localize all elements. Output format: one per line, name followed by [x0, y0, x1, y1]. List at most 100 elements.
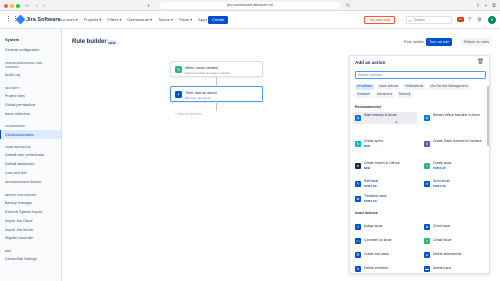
sidebar-section-import-export: Import and export [5, 192, 37, 197]
nav-teams[interactable]: Teams ▾ [158, 16, 173, 24]
edit-permission-button[interactable]: You can't edit [364, 16, 395, 24]
sidebar-item-migrate-cloud-site[interactable]: Migrate cloud site [0, 234, 61, 243]
sidebar-item-default-dashboard[interactable]: Default dashboard [0, 160, 61, 169]
nav-your-work[interactable]: Your work ▾ [57, 16, 78, 24]
new-tag: NEW [364, 166, 371, 170]
nav-filters[interactable]: Filters ▾ [107, 16, 121, 24]
rule-details-button[interactable]: Rule details [401, 38, 427, 46]
plus-icon: + [424, 237, 430, 244]
search-actions-input[interactable]: Search actions [355, 71, 486, 79]
trigger-bolt-icon: ϟ [175, 66, 182, 73]
panel-title: Add an action [355, 60, 386, 65]
filter-all-actions[interactable]: All actions [355, 84, 375, 90]
action-create-branch-github[interactable]: ● Create branch in GitHub NEW [353, 160, 417, 172]
action-title: Then: Add an action [185, 90, 217, 95]
nav-plans[interactable]: Plans ▾ [179, 16, 192, 24]
action-delete-issue[interactable]: ▬ Delete issue [422, 263, 486, 273]
action-create-slack-channel[interactable]: # Create Slack channel for incident [422, 138, 486, 150]
sidebar-item-look-and-feel[interactable]: Look and feel [0, 169, 61, 178]
trigger-card[interactable]: ϟ When: Issue created Rule is run when a… [170, 61, 263, 77]
action-create-issue[interactable]: + Create issue POPULAR [422, 160, 486, 172]
action-start-runbook-azure[interactable]: A Start runbook in Azure [353, 112, 417, 124]
action-label: Delete comment [364, 265, 389, 270]
global-search-input[interactable]: ⌕ Search [406, 16, 452, 24]
action-send-email[interactable]: ✉ Send email POPULAR [422, 178, 486, 190]
filter-jira-service-management[interactable]: Jira Service Management [428, 84, 470, 90]
panel-scrollbar[interactable] [487, 86, 489, 146]
action-label: Send email [433, 179, 450, 183]
address-bar[interactable]: jira-nunciaturalis.atlassian.net [160, 2, 340, 9]
sidebar-item-import-jira-cloud[interactable]: Import Jira Cloud [0, 217, 61, 226]
share-icon[interactable]: ⇧ [475, 3, 481, 9]
add-component-button[interactable]: + Add component [175, 112, 202, 116]
assign-icon: ☺ [355, 223, 361, 230]
action-label: Create Slack channel for incident [433, 139, 482, 143]
action-label: Start runbook in Azure [364, 113, 397, 117]
action-assign-issue[interactable]: ☺ Assign issue [353, 221, 417, 233]
sidebar-item-backup-manager[interactable]: Backup manager [0, 199, 61, 208]
new-tab-icon[interactable]: + [483, 3, 489, 9]
close-window-button[interactable] [4, 3, 8, 8]
maximize-window-button[interactable] [16, 3, 20, 8]
jira-logo[interactable]: Jira Software [15, 14, 61, 25]
filter-notifications[interactable]: Notifications [403, 84, 426, 90]
sidebar-item-default-user-preferences[interactable]: Default user preferences [0, 151, 61, 160]
action-comment-on-issue[interactable]: ▭ Comment on issue [353, 235, 417, 247]
create-button[interactable]: Create [208, 16, 229, 24]
sidebar-item-global-mail-settings[interactable]: Global Mail Settings [0, 255, 61, 264]
return-to-rules-button[interactable]: Return to rules [461, 38, 492, 46]
action-create-sub-tasks[interactable]: ☰ Create sub-tasks [353, 249, 417, 261]
filter-security[interactable]: Security [396, 92, 413, 98]
action-create-issue-2[interactable]: + Create issue [422, 235, 486, 247]
action-label: Edit issue [364, 179, 379, 183]
sidebar-item-global-automation[interactable]: Global automation [0, 130, 61, 140]
user-avatar[interactable]: N [488, 16, 496, 24]
sidebar-toggle-icon[interactable]: ▭ [24, 3, 30, 9]
new-tag: NEW [364, 144, 371, 148]
filter-software[interactable]: Software [355, 92, 373, 98]
action-delete-attachments[interactable]: ⌀ Delete attachments [422, 249, 486, 261]
nav-dashboards[interactable]: Dashboards ▾ [127, 16, 152, 24]
trigger-title: When: Issue created [185, 65, 218, 70]
sidebar-item-announcement-banner[interactable]: Announcement banner [0, 178, 61, 187]
action-create-sprint[interactable]: ↻ Create sprint NEW [353, 138, 417, 150]
filter-issue-actions[interactable]: Issue actions [377, 84, 401, 90]
forward-icon[interactable]: › [41, 3, 47, 9]
action-label: Restart Virtual Machine in Azure [433, 113, 481, 117]
filter-advanced[interactable]: Advanced [375, 92, 394, 98]
sidebar-item-issue-collectors[interactable]: Issue collectors [0, 110, 61, 119]
minimize-window-button[interactable] [10, 3, 14, 8]
sidebar-item-project-roles[interactable]: Project roles [0, 92, 61, 101]
nav-menu: Your work ▾ Projects ▾ Filters ▾ Dashboa… [57, 16, 210, 24]
action-clone-issue[interactable]: ⧉ Clone issue [422, 221, 486, 233]
reload-icon[interactable]: ↻ [345, 3, 351, 9]
action-transition-issue[interactable]: ⇄ Transition issue POPULAR [353, 193, 417, 205]
sidebar-item-general-configuration[interactable]: General configuration [0, 46, 61, 55]
turn-on-rule-button[interactable]: Turn on rule [426, 38, 453, 46]
nav-projects[interactable]: Projects ▾ [84, 16, 102, 24]
trash-icon[interactable]: 🗑 [477, 59, 484, 65]
app-switcher-icon[interactable]: ⋮⋮ [5, 16, 19, 24]
settings-gear-icon[interactable]: ⚙ [476, 16, 483, 24]
action-label: Delete issue [433, 265, 452, 270]
sidebar-item-global-permissions[interactable]: Global permissions [0, 101, 61, 110]
action-label: Delete attachments [433, 251, 462, 256]
back-icon[interactable]: ‹ [34, 3, 40, 9]
popular-tag: POPULAR [364, 199, 377, 203]
notifications-badge[interactable]: 9+ [457, 16, 464, 22]
action-label: Comment on issue [364, 237, 392, 242]
tabs-overview-icon[interactable]: ⧉ [491, 3, 497, 9]
browser-chrome: ▭ ‹ › ◐ jira-nunciaturalis.atlassian.net… [0, 0, 500, 11]
action-label: Create branch in GitHub [364, 161, 400, 165]
sidebar-item-audit-log[interactable]: Audit Log [0, 71, 61, 80]
help-icon[interactable]: ? [466, 16, 473, 24]
action-edit-issue[interactable]: ✎ Edit issue POPULAR [353, 178, 417, 190]
sidebar-item-import-jira-server[interactable]: Import Jira Server [0, 225, 61, 234]
popular-tag: POPULAR [433, 184, 446, 188]
action-restart-vm-azure[interactable]: A Restart Virtual Machine in Azure [422, 112, 486, 124]
action-delete-comment[interactable]: ✕ Delete comment [353, 263, 417, 273]
sidebar-item-external-system-import[interactable]: External System Import [0, 208, 61, 217]
mouse-cursor-icon: ↖ [395, 120, 399, 125]
action-label: Create issue [433, 237, 452, 242]
action-card[interactable]: + Then: Add an action What the rule will… [170, 86, 263, 102]
